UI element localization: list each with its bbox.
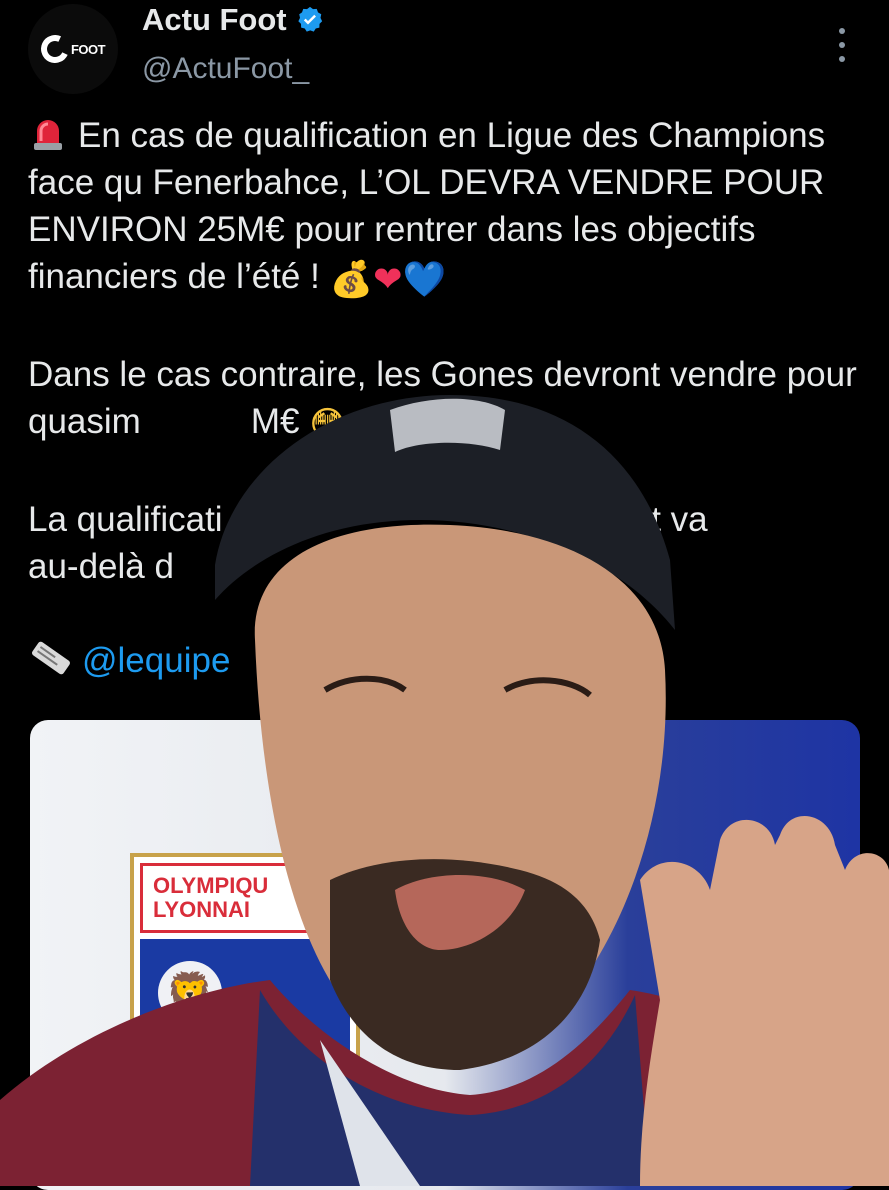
- flushed-face-emoji: 😳: [309, 405, 346, 445]
- more-options-icon[interactable]: [834, 28, 850, 62]
- avatar-logo-ring: [36, 31, 73, 67]
- crest-text-line-2: LYONNAI: [153, 897, 250, 922]
- author-handle[interactable]: @ActuFoot_: [142, 52, 309, 86]
- tweet-paragraph-3-part-a: La qualificati: [28, 500, 223, 539]
- tweet-media-image[interactable]: OLYMPIQU LYONNAI 🦁: [30, 720, 860, 1190]
- money-bag-emoji: 💰: [329, 260, 374, 300]
- author-display-name[interactable]: Actu Foot: [142, 2, 325, 38]
- tweet-paragraph-1: En cas de qualification en Ligue des Cha…: [28, 112, 858, 304]
- ol-crest-logo: OLYMPIQU LYONNAI 🦁: [130, 853, 360, 1103]
- tweet-text: En cas de qualification en Ligue des Cha…: [28, 112, 858, 684]
- siren-icon: [34, 120, 62, 150]
- tweet-paragraph-2-text: Dans le cas contraire, les Gones devront…: [28, 355, 857, 441]
- tweet-paragraph-2-tail: M€: [250, 402, 300, 441]
- crest-band: OLYMPIQU LYONNAI: [140, 863, 350, 933]
- tweet-paragraph-3-line-2: au-delà d: [28, 547, 174, 586]
- red-heart-emoji: ❤: [373, 260, 403, 300]
- author-name-text: Actu Foot: [142, 2, 287, 37]
- verified-badge-icon: [298, 6, 322, 32]
- tweet-paragraph-3: La qualificati e et va au-delà d: [28, 496, 858, 590]
- source-mention-link[interactable]: @lequipe: [82, 641, 230, 680]
- tweet-paragraph-3-part-b: e et va: [602, 500, 708, 539]
- blue-heart-emoji: 💙: [402, 260, 447, 300]
- lion-icon: 🦁: [158, 961, 222, 1025]
- tweet-source: @lequipe: [28, 637, 858, 684]
- newspaper-icon: [32, 641, 70, 675]
- crest-text-line-1: OLYMPIQU: [153, 873, 269, 898]
- tweet-paragraph-2: Dans le cas contraire, les Gones devront…: [28, 351, 858, 449]
- author-avatar[interactable]: FOOT: [28, 4, 118, 94]
- avatar-logo-text: FOOT: [70, 41, 106, 57]
